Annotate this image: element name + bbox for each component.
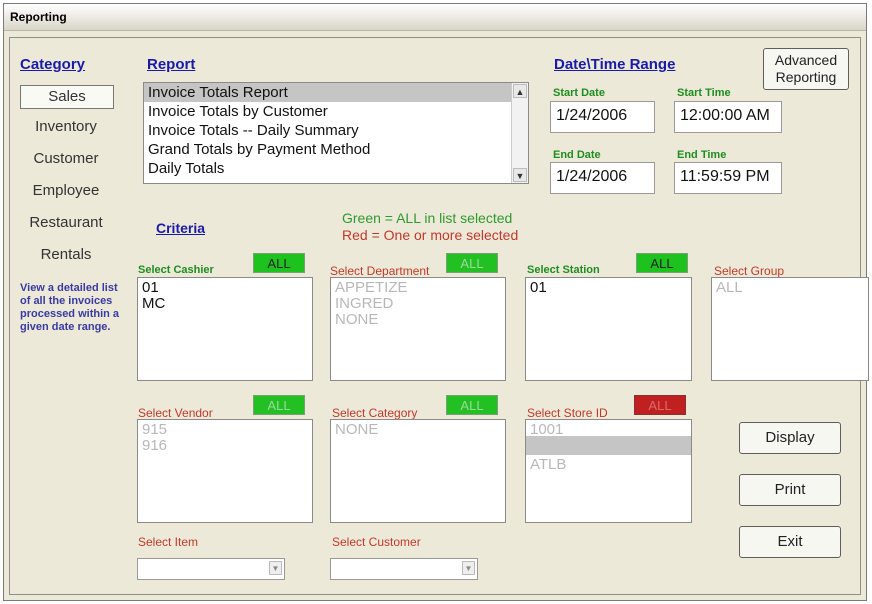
advanced-button-line2: Reporting [775, 69, 837, 85]
legend-red: Red = One or more selected [342, 227, 519, 243]
vendor-item[interactable]: 916 [138, 436, 312, 455]
store-label: Select Store ID [527, 406, 608, 420]
print-button-label: Print [774, 481, 806, 498]
department-all-button[interactable]: ALL [446, 253, 498, 273]
vendor-all-button[interactable]: ALL [253, 395, 305, 415]
report-scrollbar[interactable]: ▲ ▼ [511, 83, 528, 183]
item-label: Select Item [138, 535, 199, 549]
category-all-button[interactable]: ALL [446, 395, 498, 415]
group-label: Select Group [714, 264, 785, 278]
station-listbox[interactable]: 01 [525, 277, 692, 381]
dropdown-arrow-icon[interactable]: ▼ [269, 561, 282, 575]
category-header: Category [20, 56, 86, 73]
category-item-sales[interactable]: Sales [20, 85, 114, 109]
start-date-field[interactable]: 1/24/2006 [550, 101, 655, 133]
end-date-field[interactable]: 1/24/2006 [550, 162, 655, 194]
main-panel: Category Sales Inventory Customer Employ… [9, 37, 869, 595]
station-label: Select Station [527, 264, 600, 276]
reporting-window: Reporting Category Sales Inventory Custo… [3, 3, 869, 601]
department-label: Select Department [330, 264, 430, 278]
category-description: View a detailed list of all the invoices… [20, 282, 120, 333]
report-item[interactable]: Grand Totals by Payment Method [144, 140, 528, 159]
customer-select[interactable]: ▼ [330, 558, 478, 580]
start-time-field[interactable]: 12:00:00 AM [674, 101, 782, 133]
category-item-employee[interactable]: Employee [20, 182, 112, 199]
cashier-listbox[interactable]: 01 MC [137, 277, 313, 381]
exit-button[interactable]: Exit [739, 526, 841, 558]
date-range-header: Date\Time Range [554, 56, 676, 73]
advanced-button-line1: Advanced [774, 52, 838, 68]
vendor-label: Select Vendor [138, 406, 213, 420]
scroll-down-icon[interactable]: ▼ [513, 168, 527, 182]
exit-button-label: Exit [777, 533, 803, 550]
start-date-label: Start Date [553, 87, 605, 99]
report-listbox[interactable]: Invoice Totals Report Invoice Totals by … [143, 82, 529, 184]
report-item[interactable]: Invoice Totals -- Daily Summary [144, 121, 528, 140]
report-header: Report [147, 56, 196, 73]
department-listbox[interactable]: APPETIZE INGRED NONE [330, 277, 506, 381]
legend-green: Green = ALL in list selected [342, 210, 513, 226]
report-item[interactable]: Daily Totals [144, 159, 528, 178]
title-bar: Reporting [4, 4, 866, 31]
customer-label: Select Customer [332, 535, 421, 549]
end-date-label: End Date [553, 149, 601, 161]
station-item[interactable]: 01 [526, 278, 691, 297]
report-item[interactable]: Invoice Totals by Customer [144, 102, 528, 121]
category-filter-item[interactable]: NONE [331, 420, 505, 439]
display-button[interactable]: Display [739, 422, 841, 454]
station-all-button[interactable]: ALL [636, 253, 688, 273]
category-filter-label: Select Category [332, 406, 418, 420]
dropdown-arrow-icon[interactable]: ▼ [462, 561, 475, 575]
department-item[interactable]: NONE [331, 310, 505, 329]
category-item-restaurant[interactable]: Restaurant [20, 214, 112, 231]
advanced-reporting-button[interactable]: Advanced Reporting [763, 48, 849, 90]
end-time-field[interactable]: 11:59:59 PM [674, 162, 782, 194]
store-item[interactable]: ATLB [526, 455, 691, 474]
store-listbox[interactable]: 1001 ATLB [525, 419, 692, 523]
category-item-customer[interactable]: Customer [20, 150, 112, 167]
scroll-up-icon[interactable]: ▲ [513, 84, 527, 98]
cashier-item[interactable]: MC [138, 294, 312, 313]
report-item[interactable]: Invoice Totals Report [144, 83, 528, 102]
vendor-listbox[interactable]: 915 916 [137, 419, 313, 523]
cashier-label: Select Cashier [138, 264, 214, 276]
item-select[interactable]: ▼ [137, 558, 285, 580]
display-button-label: Display [765, 429, 815, 446]
window-title: Reporting [10, 10, 67, 24]
print-button[interactable]: Print [739, 474, 841, 506]
group-item[interactable]: ALL [712, 278, 868, 297]
start-time-label: Start Time [677, 87, 731, 99]
cashier-all-button[interactable]: ALL [253, 253, 305, 273]
group-listbox[interactable]: ALL [711, 277, 869, 381]
category-item-rentals[interactable]: Rentals [20, 246, 112, 263]
end-time-label: End Time [677, 149, 727, 161]
store-all-button[interactable]: ALL [634, 395, 686, 415]
category-filter-listbox[interactable]: NONE [330, 419, 506, 523]
category-item-inventory[interactable]: Inventory [20, 118, 112, 135]
criteria-header: Criteria [156, 220, 206, 236]
